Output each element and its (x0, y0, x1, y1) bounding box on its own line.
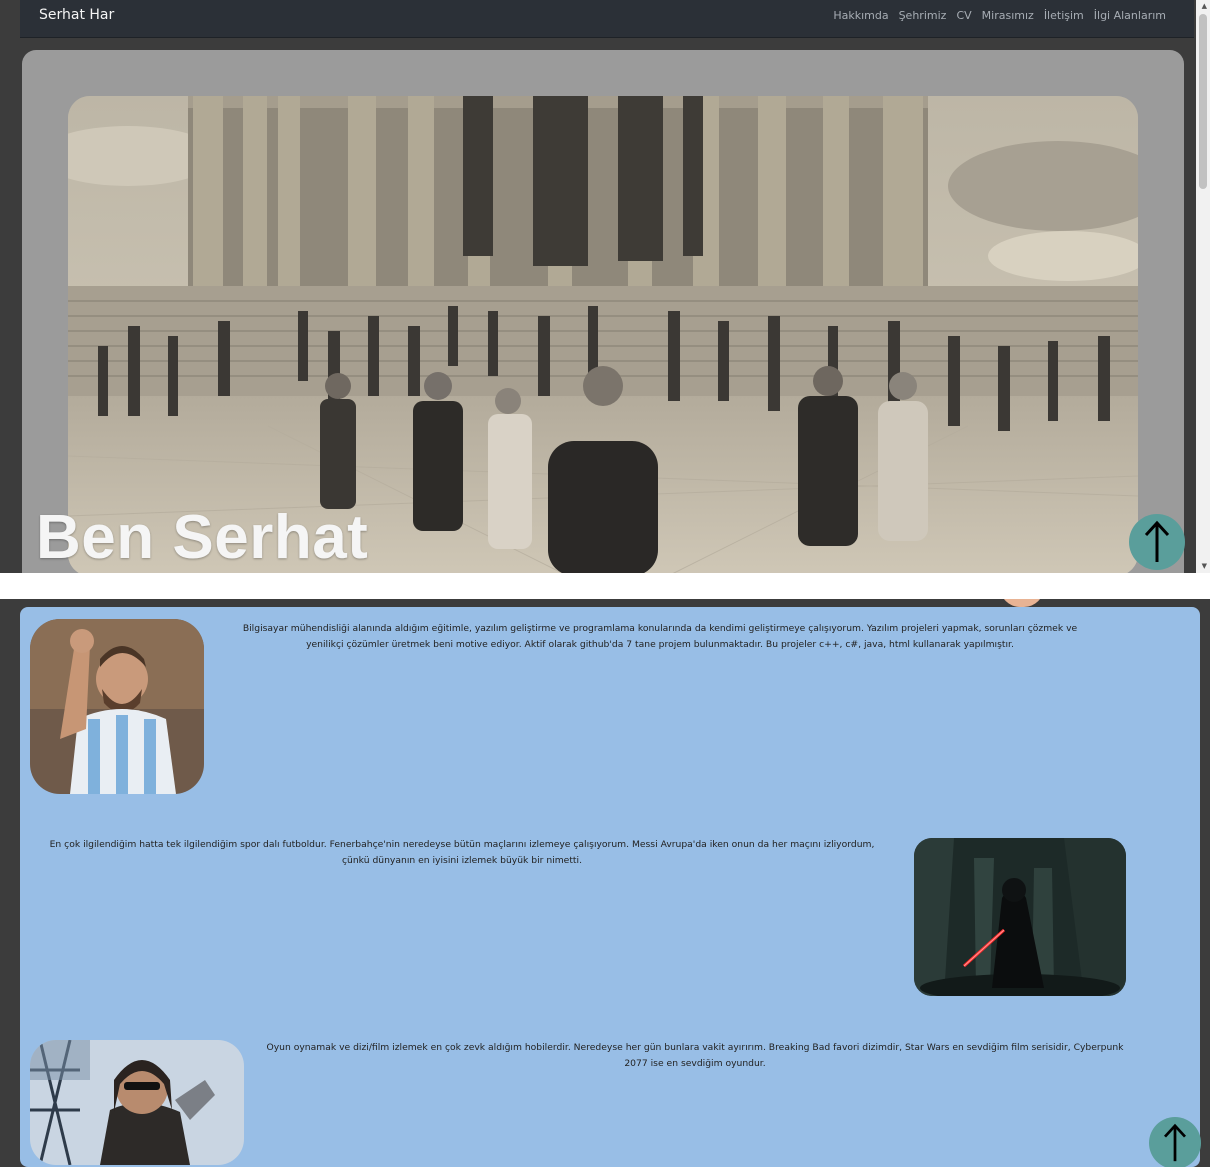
scrollbar[interactable]: ▲ ▼ (1196, 0, 1210, 573)
about-paragraph-3: Oyun oynamak ve dizi/film izlemek en çok… (266, 1042, 1124, 1069)
arrow-up-icon (1163, 1123, 1187, 1162)
scroll-down-arrow-icon[interactable]: ▼ (1202, 563, 1207, 570)
scroll-up-arrow-icon[interactable]: ▲ (1202, 3, 1207, 10)
decorative-shape (1000, 599, 1044, 607)
about-card: Bilgisayar mühendisliği alanında aldığım… (20, 607, 1200, 1167)
darth-vader-image (914, 838, 1126, 996)
navbar: Serhat Har Hakkımda Şehrimiz CV Mirasımı… (20, 0, 1194, 38)
about-screenshot: Bilgisayar mühendisliği alanında aldığım… (0, 599, 1210, 1167)
scrollbar-thumb[interactable] (1199, 14, 1207, 189)
back-to-top-button[interactable] (1129, 514, 1185, 570)
about-paragraph-2: En çok ilgilendiğim hatta tek ilgilendiğ… (49, 839, 875, 866)
nav-link-hakkimda[interactable]: Hakkımda (833, 9, 888, 22)
nav-link-cv[interactable]: CV (956, 9, 971, 22)
nav-link-ilgi-alanlarim[interactable]: İlgi Alanlarım (1094, 9, 1166, 22)
nav-links: Hakkımda Şehrimiz CV Mirasımız İletişim … (833, 9, 1166, 22)
hero-screenshot: Serhat Har Hakkımda Şehrimiz CV Mirasımı… (0, 0, 1210, 573)
nav-link-mirasimiz[interactable]: Mirasımız (982, 9, 1034, 22)
nav-link-iletisim[interactable]: İletişim (1044, 9, 1084, 22)
messi-image (30, 619, 204, 794)
arrow-up-icon (1144, 520, 1170, 562)
hero-title: Ben Serhat (36, 503, 369, 572)
cyberpunk-image (30, 1040, 244, 1165)
about-paragraph-1: Bilgisayar mühendisliği alanında aldığım… (242, 623, 1078, 650)
navbar-brand[interactable]: Serhat Har (39, 7, 114, 23)
back-to-top-button-bottom[interactable] (1149, 1117, 1201, 1167)
nav-link-sehrimiz[interactable]: Şehrimiz (899, 9, 947, 22)
